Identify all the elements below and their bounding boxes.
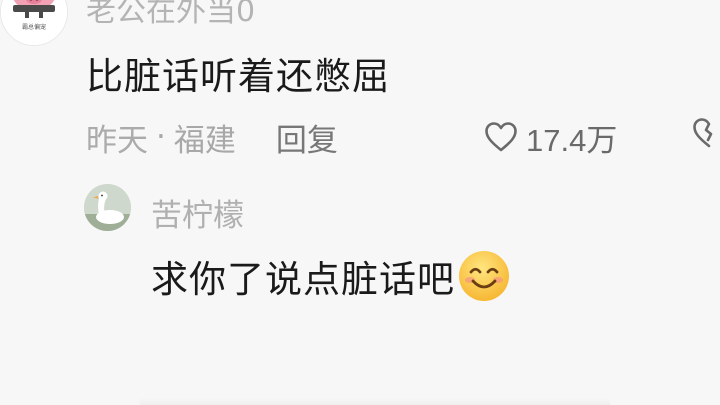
comment-text: 比脏话听着还憋屈 [86, 55, 390, 98]
like-count: 17.4万 [526, 122, 618, 158]
reply-text: 求你了说点脏话吧 [151, 258, 455, 301]
pig-avatar-icon: 霸总偏宠 [1, 0, 67, 45]
broken-heart-icon [693, 118, 713, 148]
reply-button[interactable]: 回复 [276, 115, 338, 160]
reply-username[interactable]: 苦柠檬 [151, 190, 244, 235]
meta-separator: · [156, 119, 166, 155]
smiling-face-emoji [459, 251, 509, 301]
comment-username[interactable]: 老公在外当0 [86, 0, 255, 30]
comment-thread: 霸总偏宠 老公在外当0 比脏话听着还憋屈 昨天 · 福建 回复 17.4万 苦柠… [0, 0, 720, 405]
avatar-pig[interactable]: 霸总偏宠 [0, 0, 68, 46]
next-comment-edge [140, 398, 610, 405]
reply-content: 求你了说点脏话吧 [151, 248, 511, 304]
comment-time: 昨天 [86, 122, 148, 159]
dislike-button[interactable] [692, 117, 720, 153]
comment-meta: 昨天 · 福建 回复 [86, 114, 338, 160]
heart-outline-icon [485, 122, 517, 152]
goose-avatar-icon [84, 184, 131, 231]
avatar-goose[interactable] [84, 184, 131, 231]
avatar-caption: 霸总偏宠 [22, 23, 46, 31]
comment-location: 福建 [173, 122, 236, 159]
like-button[interactable]: 17.4万 [484, 114, 617, 160]
